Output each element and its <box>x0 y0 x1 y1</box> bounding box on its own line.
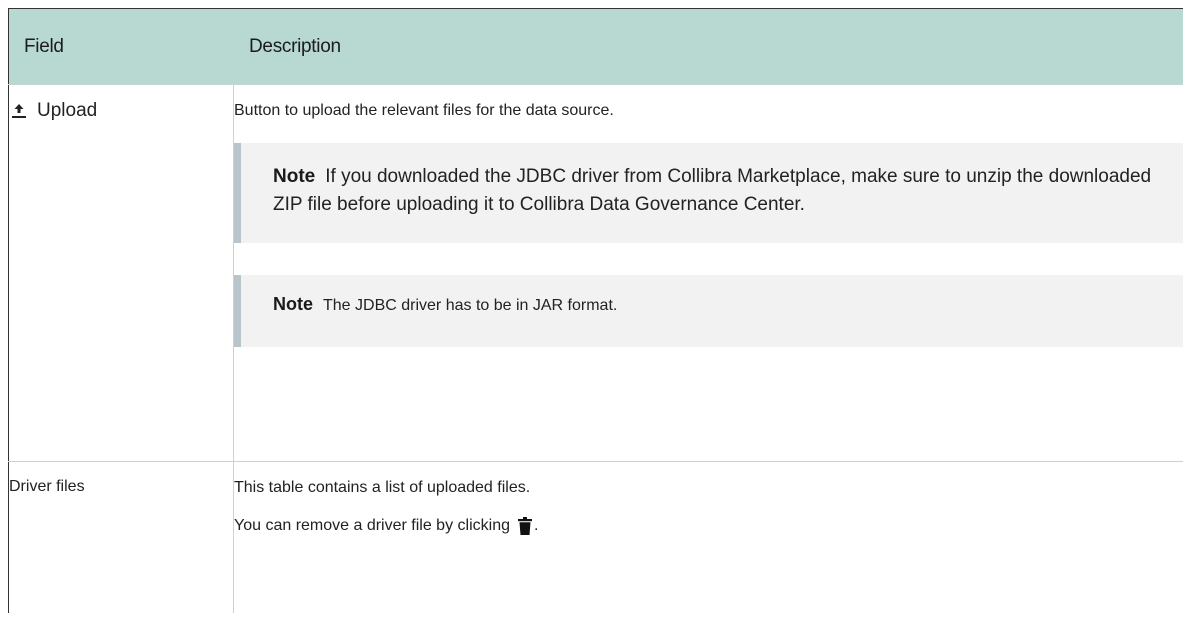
fields-table: Field Description Upload Button to uploa… <box>8 8 1183 613</box>
remove-instruction-period: . <box>533 517 539 534</box>
driver-files-remove-instruction: You can remove a driver file by clicking… <box>234 516 1183 536</box>
upload-label: Upload <box>37 100 98 121</box>
note-box-unzip: Note If you downloaded the JDBC driver fr… <box>234 143 1183 243</box>
note-text: The JDBC driver has to be in JAR format. <box>323 297 618 314</box>
header-description: Description <box>233 8 1183 85</box>
note-text: If you downloaded the JDBC driver from C… <box>273 166 1152 215</box>
table-header-row: Field Description <box>8 8 1183 85</box>
description-cell-driver-files: This table contains a list of uploaded f… <box>233 461 1183 613</box>
upload-icon <box>9 101 29 121</box>
field-cell-upload: Upload <box>8 84 234 462</box>
note-box-jar-format: Note The JDBC driver has to be in JAR for… <box>234 275 1183 347</box>
note-label: Note <box>273 294 313 314</box>
driver-files-description: This table contains a list of uploaded f… <box>234 479 531 496</box>
trash-icon <box>517 517 532 535</box>
table-row-upload: Upload Button to upload the relevant fil… <box>8 84 1183 462</box>
description-cell-upload: Button to upload the relevant files for … <box>233 84 1183 462</box>
upload-button[interactable]: Upload <box>9 99 233 123</box>
field-cell-driver-files: Driver files <box>8 461 234 613</box>
upload-description: Button to upload the relevant files for … <box>234 102 614 119</box>
table-row-driver-files: Driver files This table contains a list … <box>8 461 1183 613</box>
driver-files-label: Driver files <box>9 478 85 495</box>
remove-instruction-text: You can remove a driver file by clicking <box>234 517 510 534</box>
note-label: Note <box>273 166 316 187</box>
header-field: Field <box>8 8 234 85</box>
